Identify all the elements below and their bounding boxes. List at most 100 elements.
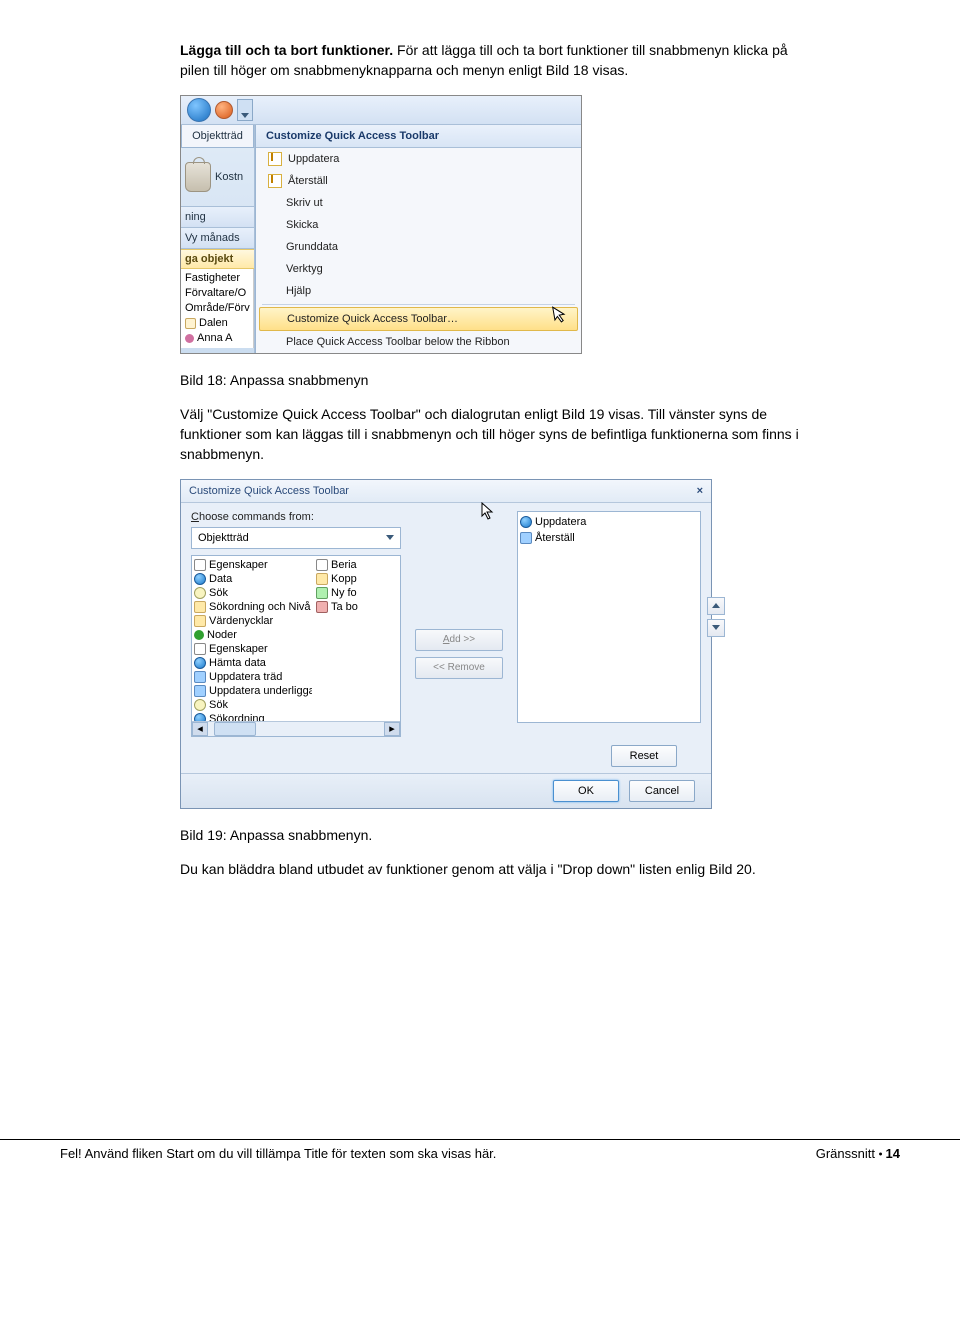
- list-item: Egenskaper: [194, 558, 312, 572]
- page-footer: Fel! Använd fliken Start om du vill till…: [0, 1139, 960, 1191]
- category-combo[interactable]: Objektträd: [191, 527, 401, 549]
- globe-icon: [520, 516, 532, 528]
- tree-item[interactable]: Område/Förv: [185, 301, 253, 316]
- current-commands-list[interactable]: Uppdatera Återställ: [517, 511, 701, 723]
- scroll-left-button[interactable]: ◂: [192, 722, 208, 736]
- refresh-icon: [520, 532, 532, 544]
- horizontal-scrollbar[interactable]: ◂ ▸: [192, 721, 400, 736]
- menu-item-aterstall[interactable]: Återställ: [256, 170, 581, 192]
- list-item: Ta bo: [316, 600, 378, 614]
- refresh-icon: [194, 685, 206, 697]
- reset-button[interactable]: Reset: [611, 745, 677, 767]
- screenshot-customize-dialog: Customize Quick Access Toolbar × Choose …: [180, 479, 712, 809]
- doc-icon: [194, 643, 206, 655]
- menu-item-hjalp[interactable]: Hjälp: [256, 280, 581, 302]
- tree-item[interactable]: Dalen: [185, 316, 253, 331]
- close-icon[interactable]: ×: [697, 485, 703, 497]
- menu-item-grunddata[interactable]: Grunddata: [256, 236, 581, 258]
- intro-paragraph: Lägga till och ta bort funktioner. För a…: [180, 40, 820, 81]
- dialog-title: Customize Quick Access Toolbar: [189, 485, 349, 497]
- combo-value: Objektträd: [198, 532, 249, 544]
- help-icon[interactable]: [215, 101, 233, 119]
- tab-stub-ning[interactable]: ning: [181, 207, 254, 228]
- scroll-right-button[interactable]: ▸: [384, 722, 400, 736]
- choose-commands-label: Choose commands from:: [191, 511, 401, 523]
- tab-stub-vym[interactable]: Vy månads: [181, 228, 254, 249]
- move-up-button[interactable]: [707, 597, 725, 615]
- list-item: Egenskaper: [194, 642, 312, 656]
- tree-item[interactable]: Anna A: [185, 331, 253, 346]
- chevron-down-icon: [241, 113, 249, 118]
- menu-item-customize-qat[interactable]: Customize Quick Access Toolbar…: [259, 307, 578, 331]
- menu-item-uppdatera[interactable]: Uppdatera: [256, 148, 581, 170]
- footer-left: Fel! Använd fliken Start om du vill till…: [60, 1146, 496, 1161]
- caption-bild-19: Bild 19: Anpassa snabbmenyn.: [180, 825, 820, 845]
- cursor-icon: [481, 502, 495, 520]
- chevron-up-icon: [712, 603, 720, 608]
- copy-icon: [316, 573, 328, 585]
- quick-access-context-menu: Customize Quick Access Toolbar Uppdatera…: [255, 125, 581, 353]
- menu-item-verktyg[interactable]: Verktyg: [256, 258, 581, 280]
- ribbon-group: Kostn: [181, 148, 254, 207]
- paragraph-2: Välj "Customize Quick Access Toolbar" oc…: [180, 404, 820, 465]
- add-icon: [316, 587, 328, 599]
- tree-item[interactable]: Fastigheter: [185, 271, 253, 286]
- doc-icon: [194, 559, 206, 571]
- context-menu-title: Customize Quick Access Toolbar: [256, 125, 581, 148]
- list-item: Data: [194, 572, 312, 586]
- list-item: Hämta data: [194, 656, 312, 670]
- chevron-down-icon: [712, 625, 720, 630]
- key-icon: [194, 615, 206, 627]
- intro-lead: Lägga till och ta bort funktioner.: [180, 42, 393, 58]
- title-bar: [181, 96, 581, 125]
- tab-objekttrad[interactable]: Objektträd: [181, 125, 254, 148]
- dialog-button-row: OK Cancel: [181, 773, 711, 808]
- refresh-icon: [194, 671, 206, 683]
- remove-icon: [316, 601, 328, 613]
- available-commands-list[interactable]: Egenskaper Data Sök Sökordning och Nivå …: [191, 555, 401, 737]
- cancel-button[interactable]: Cancel: [629, 780, 695, 802]
- list-item: Ny fo: [316, 586, 378, 600]
- paragraph-3: Du kan bläddra bland utbudet av funktion…: [180, 859, 820, 879]
- menu-item-skicka[interactable]: Skicka: [256, 214, 581, 236]
- sort-icon: [194, 601, 206, 613]
- bag-icon[interactable]: [185, 162, 211, 192]
- list-item: Beria: [316, 558, 378, 572]
- menu-separator: [262, 304, 575, 305]
- dialog-title-bar: Customize Quick Access Toolbar ×: [181, 480, 711, 503]
- list-item: Sök: [194, 586, 312, 600]
- list-item: Sökordning och Nivå: [194, 600, 312, 614]
- ribbon-label-kostn: Kostn: [215, 171, 243, 183]
- chevron-down-icon: [386, 535, 394, 540]
- doc-icon: [316, 559, 328, 571]
- globe-icon: [194, 573, 206, 585]
- node-icon: [194, 630, 204, 640]
- list-item: Kopp: [316, 572, 378, 586]
- globe-icon: [194, 657, 206, 669]
- list-item: Noder: [194, 628, 312, 642]
- person-icon: [185, 334, 194, 343]
- add-button[interactable]: Add >>: [415, 629, 503, 651]
- tree-item[interactable]: Förvaltare/O: [185, 286, 253, 301]
- list-item: Sök: [194, 698, 312, 712]
- list-item: Återställ: [520, 530, 698, 546]
- list-item: Uppdatera: [520, 514, 698, 530]
- left-pane: Objektträd Kostn ning Vy månads ga objek…: [181, 125, 255, 353]
- list-item: Uppdatera träd: [194, 670, 312, 684]
- app-orb-icon[interactable]: [187, 98, 211, 122]
- search-icon: [194, 699, 206, 711]
- reorder-buttons: [707, 597, 725, 637]
- search-icon: [194, 587, 206, 599]
- menu-item-place-below-ribbon[interactable]: Place Quick Access Toolbar below the Rib…: [256, 331, 581, 353]
- qat-dropdown-button[interactable]: [237, 99, 253, 121]
- list-item: Värdenycklar: [194, 614, 312, 628]
- scroll-thumb[interactable]: [214, 722, 256, 736]
- tree-node-icon: [185, 318, 196, 329]
- list-item: Uppdatera underliggande: [194, 684, 312, 698]
- ok-button[interactable]: OK: [553, 780, 619, 802]
- footer-right: Gränssnitt • 14: [816, 1146, 900, 1161]
- screenshot-quick-access-menu: Objektträd Kostn ning Vy månads ga objek…: [180, 95, 582, 354]
- menu-item-skriv-ut[interactable]: Skriv ut: [256, 192, 581, 214]
- remove-button[interactable]: << Remove: [415, 657, 503, 679]
- move-down-button[interactable]: [707, 619, 725, 637]
